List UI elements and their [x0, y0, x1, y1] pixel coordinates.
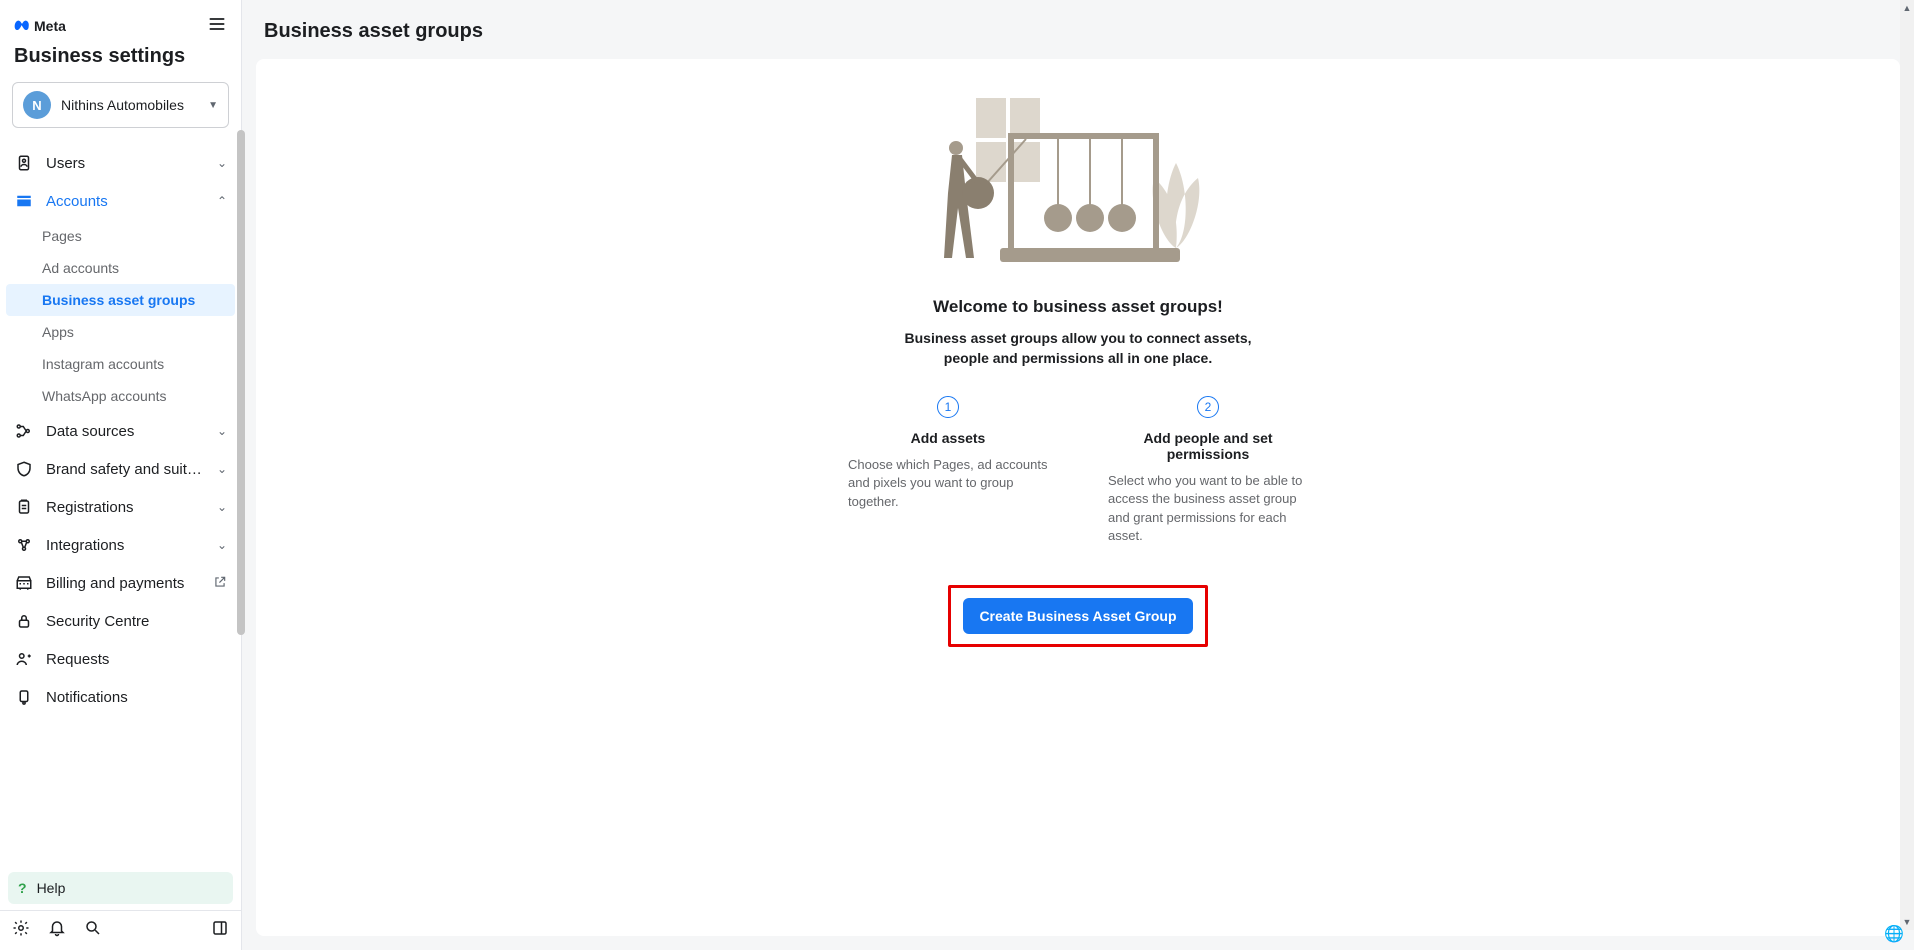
sidebar-subitem-instagram[interactable]: Instagram accounts [30, 348, 235, 380]
help-label: Help [37, 880, 66, 896]
chevron-down-icon: ⌄ [217, 538, 227, 552]
sidebar-item-brand-safety[interactable]: Brand safety and suitabil… ⌄ [6, 450, 235, 488]
step-add-assets: 1 Add assets Choose which Pages, ad acco… [848, 396, 1048, 545]
billing-icon [14, 574, 34, 592]
step-add-people: 2 Add people and set permissions Select … [1108, 396, 1308, 545]
sidebar-item-label: Users [46, 155, 205, 172]
sidebar-subitem-apps[interactable]: Apps [30, 316, 235, 348]
sidebar-item-notifications[interactable]: Notifications [6, 678, 235, 716]
sidebar-subitem-pages[interactable]: Pages [30, 220, 235, 252]
sidebar-item-label: Accounts [46, 193, 205, 210]
chevron-down-icon: ▼ [208, 100, 218, 111]
content-card: Welcome to business asset groups! Busine… [256, 59, 1900, 936]
clipboard-icon [14, 498, 34, 516]
sidebar-item-accounts[interactable]: Accounts ⌃ [6, 182, 235, 220]
page-title: Business asset groups [242, 0, 1914, 59]
step-description: Select who you want to be able to access… [1108, 472, 1308, 545]
onboarding-steps: 1 Add assets Choose which Pages, ad acco… [848, 396, 1308, 545]
chevron-down-icon: ⌄ [217, 500, 227, 514]
sidebar: Meta Business settings N Nithins Automob… [0, 0, 242, 950]
sidebar-nav: Users ⌄ Accounts ⌃ Pages Ad accounts Bus… [0, 144, 241, 866]
chevron-down-icon: ⌄ [217, 424, 227, 438]
sidebar-item-label: Data sources [46, 423, 205, 440]
step-number-badge: 1 [937, 396, 959, 418]
meta-icon [14, 18, 30, 34]
data-sources-icon [14, 422, 34, 440]
sidebar-footer [0, 910, 241, 950]
sidebar-item-billing[interactable]: Billing and payments [6, 564, 235, 602]
sidebar-item-label: Security Centre [46, 613, 227, 630]
help-icon: ? [18, 880, 27, 896]
help-button[interactable]: ? Help [8, 872, 233, 904]
step-title: Add assets [848, 430, 1048, 446]
welcome-heading: Welcome to business asset groups! [933, 297, 1223, 317]
chevron-down-icon: ⌄ [217, 156, 227, 170]
welcome-illustration [938, 93, 1218, 273]
shield-icon [14, 460, 34, 478]
cta-highlight-box: Create Business Asset Group [948, 585, 1207, 647]
business-selector[interactable]: N Nithins Automobiles ▼ [12, 82, 229, 128]
sidebar-item-requests[interactable]: Requests [6, 640, 235, 678]
sidebar-item-integrations[interactable]: Integrations ⌄ [6, 526, 235, 564]
sidebar-item-data-sources[interactable]: Data sources ⌄ [6, 412, 235, 450]
accounts-icon [14, 192, 34, 210]
sidebar-item-label: Registrations [46, 499, 205, 516]
requests-icon [14, 650, 34, 668]
panel-icon[interactable] [211, 919, 229, 942]
sidebar-item-label: Integrations [46, 537, 205, 554]
step-number-badge: 2 [1197, 396, 1219, 418]
create-business-asset-group-button[interactable]: Create Business Asset Group [963, 598, 1192, 634]
sidebar-item-security[interactable]: Security Centre [6, 602, 235, 640]
main-content: Business asset groups [242, 0, 1914, 950]
search-icon[interactable] [84, 919, 102, 942]
business-name: Nithins Automobiles [61, 97, 198, 113]
sidebar-subitem-business-asset-groups[interactable]: Business asset groups [6, 284, 235, 316]
external-link-icon [213, 575, 227, 592]
brand-label: Meta [34, 18, 66, 34]
globe-icon[interactable]: 🌐 [1884, 924, 1904, 944]
lock-icon [14, 612, 34, 630]
sidebar-subitem-whatsapp[interactable]: WhatsApp accounts [30, 380, 235, 412]
scroll-up-icon[interactable]: ▲ [1900, 0, 1914, 16]
welcome-subheading: Business asset groups allow you to conne… [888, 329, 1268, 368]
sidebar-item-label: Billing and payments [46, 575, 201, 592]
accounts-subitems: Pages Ad accounts Business asset groups … [6, 220, 235, 412]
meta-logo: Meta [14, 18, 66, 34]
integrations-icon [14, 536, 34, 554]
sidebar-item-label: Brand safety and suitabil… [46, 461, 205, 478]
menu-toggle-icon[interactable] [207, 14, 227, 37]
sidebar-item-label: Requests [46, 651, 227, 668]
users-icon [14, 154, 34, 172]
step-description: Choose which Pages, ad accounts and pixe… [848, 456, 1048, 511]
sidebar-item-users[interactable]: Users ⌄ [6, 144, 235, 182]
sidebar-title: Business settings [0, 45, 241, 82]
sidebar-subitem-ad-accounts[interactable]: Ad accounts [30, 252, 235, 284]
notifications-icon [14, 688, 34, 706]
step-title: Add people and set permissions [1108, 430, 1308, 462]
business-avatar: N [23, 91, 51, 119]
sidebar-item-registrations[interactable]: Registrations ⌄ [6, 488, 235, 526]
settings-icon[interactable] [12, 919, 30, 942]
main-scrollbar[interactable]: ▲ ▼ [1900, 0, 1914, 930]
sidebar-header: Meta [0, 0, 241, 45]
sidebar-item-label: Notifications [46, 689, 227, 706]
chevron-up-icon: ⌃ [217, 194, 227, 208]
bell-icon[interactable] [48, 919, 66, 942]
chevron-down-icon: ⌄ [217, 462, 227, 476]
